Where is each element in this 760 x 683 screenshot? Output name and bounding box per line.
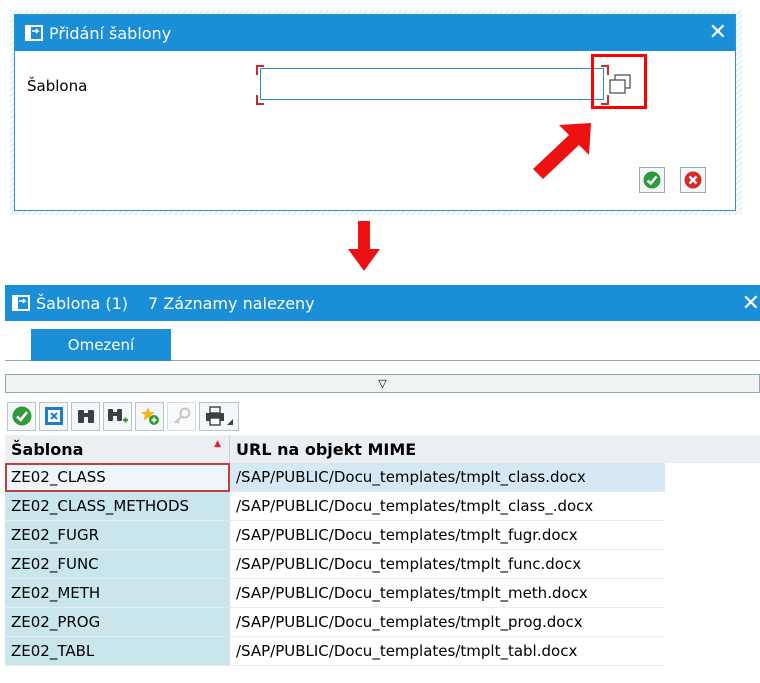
find-next-icon: [107, 409, 128, 423]
close-icon[interactable]: ✕: [742, 291, 760, 316]
required-bracket: [256, 95, 264, 105]
table-row[interactable]: ZE02_FUGR /SAP/PUBLIC/Docu_templates/tmp…: [5, 521, 760, 550]
collapse-icon: ▽: [378, 377, 387, 390]
column-header-label: Šablona: [11, 439, 84, 459]
url-cell[interactable]: /SAP/PUBLIC/Docu_templates/tmplt_tabl.do…: [230, 637, 665, 666]
dropdown-icon: [227, 419, 233, 425]
key-icon: [173, 407, 190, 424]
dialog1-titlebar: Přidání šablony ✕: [15, 15, 735, 51]
template-input[interactable]: [260, 68, 604, 100]
template-cell[interactable]: ZE02_CLASS_METHODS: [5, 492, 230, 521]
dialog-icon: [25, 25, 43, 41]
find-button[interactable]: [71, 401, 100, 431]
confirm-button[interactable]: [7, 401, 36, 431]
column-header-url[interactable]: URL na objekt MIME: [230, 435, 665, 463]
favorite-add-icon: [140, 407, 159, 425]
column-header-label: URL na objekt MIME: [236, 439, 417, 459]
confirm-icon: [12, 406, 31, 426]
dialog2-title: Šablona (1): [36, 293, 129, 313]
grid-header: Šablona ▲ URL na objekt MIME: [5, 435, 760, 463]
template-cell[interactable]: ZE02_TABL: [5, 637, 230, 666]
url-cell[interactable]: /SAP/PUBLIC/Docu_templates/tmplt_fugr.do…: [230, 521, 665, 550]
url-cell[interactable]: /SAP/PUBLIC/Docu_templates/tmplt_class.d…: [230, 463, 665, 492]
confirm-icon: [643, 171, 661, 189]
result-grid: Šablona ▲ URL na objekt MIME ZE02_CLASS …: [5, 435, 760, 666]
required-bracket: [256, 65, 264, 75]
cancel-button[interactable]: [680, 167, 706, 193]
row-filler: [665, 463, 760, 492]
url-cell[interactable]: /SAP/PUBLIC/Docu_templates/tmplt_prog.do…: [230, 608, 665, 637]
row-filler: [665, 608, 760, 637]
add-template-dialog: Přidání šablony ✕ Šablona: [14, 14, 736, 211]
template-cell[interactable]: ZE02_PROG: [5, 608, 230, 637]
row-filler: [665, 492, 760, 521]
row-filler: [665, 521, 760, 550]
value-help-icon[interactable]: [609, 74, 631, 94]
table-row[interactable]: ZE02_PROG /SAP/PUBLIC/Docu_templates/tmp…: [5, 608, 760, 637]
record-count: 7 Záznamy nalezeny: [148, 293, 315, 313]
table-row[interactable]: ZE02_CLASS /SAP/PUBLIC/Docu_templates/tm…: [5, 463, 760, 492]
dialog-icon: [12, 295, 30, 311]
add-favorite-button[interactable]: [135, 401, 164, 431]
find-next-button[interactable]: [103, 401, 132, 431]
select-all-icon: [44, 407, 63, 425]
confirm-button[interactable]: [639, 167, 665, 193]
template-cell[interactable]: ZE02_FUGR: [5, 521, 230, 550]
select-all-button[interactable]: [39, 401, 68, 431]
print-button[interactable]: [199, 401, 239, 431]
cancel-icon: [684, 171, 702, 189]
url-cell[interactable]: /SAP/PUBLIC/Docu_templates/tmplt_func.do…: [230, 550, 665, 579]
value-help-dialog: Šablona (1) 7 Záznamy nalezeny ✕ Omezení…: [5, 285, 760, 683]
url-cell[interactable]: /SAP/PUBLIC/Docu_templates/tmplt_class_.…: [230, 492, 665, 521]
sort-ascending-icon: ▲: [214, 439, 221, 449]
row-filler: [665, 579, 760, 608]
template-field-label: Šablona: [27, 77, 88, 95]
pointer-arrow-icon: [533, 123, 591, 179]
down-arrow-icon: [348, 221, 380, 271]
table-row[interactable]: ZE02_FUNC /SAP/PUBLIC/Docu_templates/tmp…: [5, 550, 760, 579]
table-row[interactable]: ZE02_METH /SAP/PUBLIC/Docu_templates/tmp…: [5, 579, 760, 608]
column-header-template[interactable]: Šablona ▲: [5, 435, 230, 463]
row-filler: [665, 550, 760, 579]
close-icon[interactable]: ✕: [709, 22, 727, 44]
find-icon: [77, 410, 94, 423]
print-icon: [206, 406, 224, 426]
dialog1-title: Přidání šablony: [49, 23, 172, 43]
dialog2-titlebar: Šablona (1) 7 Záznamy nalezeny ✕: [5, 285, 760, 321]
template-cell[interactable]: ZE02_METH: [5, 579, 230, 608]
table-row[interactable]: ZE02_CLASS_METHODS /SAP/PUBLIC/Docu_temp…: [5, 492, 760, 521]
template-cell[interactable]: ZE02_CLASS: [5, 463, 230, 492]
column-header-filler: [665, 435, 760, 463]
result-toolbar: [7, 400, 239, 432]
collapse-toggle[interactable]: ▽: [5, 374, 760, 393]
table-row[interactable]: ZE02_TABL /SAP/PUBLIC/Docu_templates/tmp…: [5, 637, 760, 666]
tab-restrictions[interactable]: Omezení: [31, 329, 171, 361]
key-button[interactable]: [167, 401, 196, 431]
template-cell[interactable]: ZE02_FUNC: [5, 550, 230, 579]
row-filler: [665, 637, 760, 666]
url-cell[interactable]: /SAP/PUBLIC/Docu_templates/tmplt_meth.do…: [230, 579, 665, 608]
